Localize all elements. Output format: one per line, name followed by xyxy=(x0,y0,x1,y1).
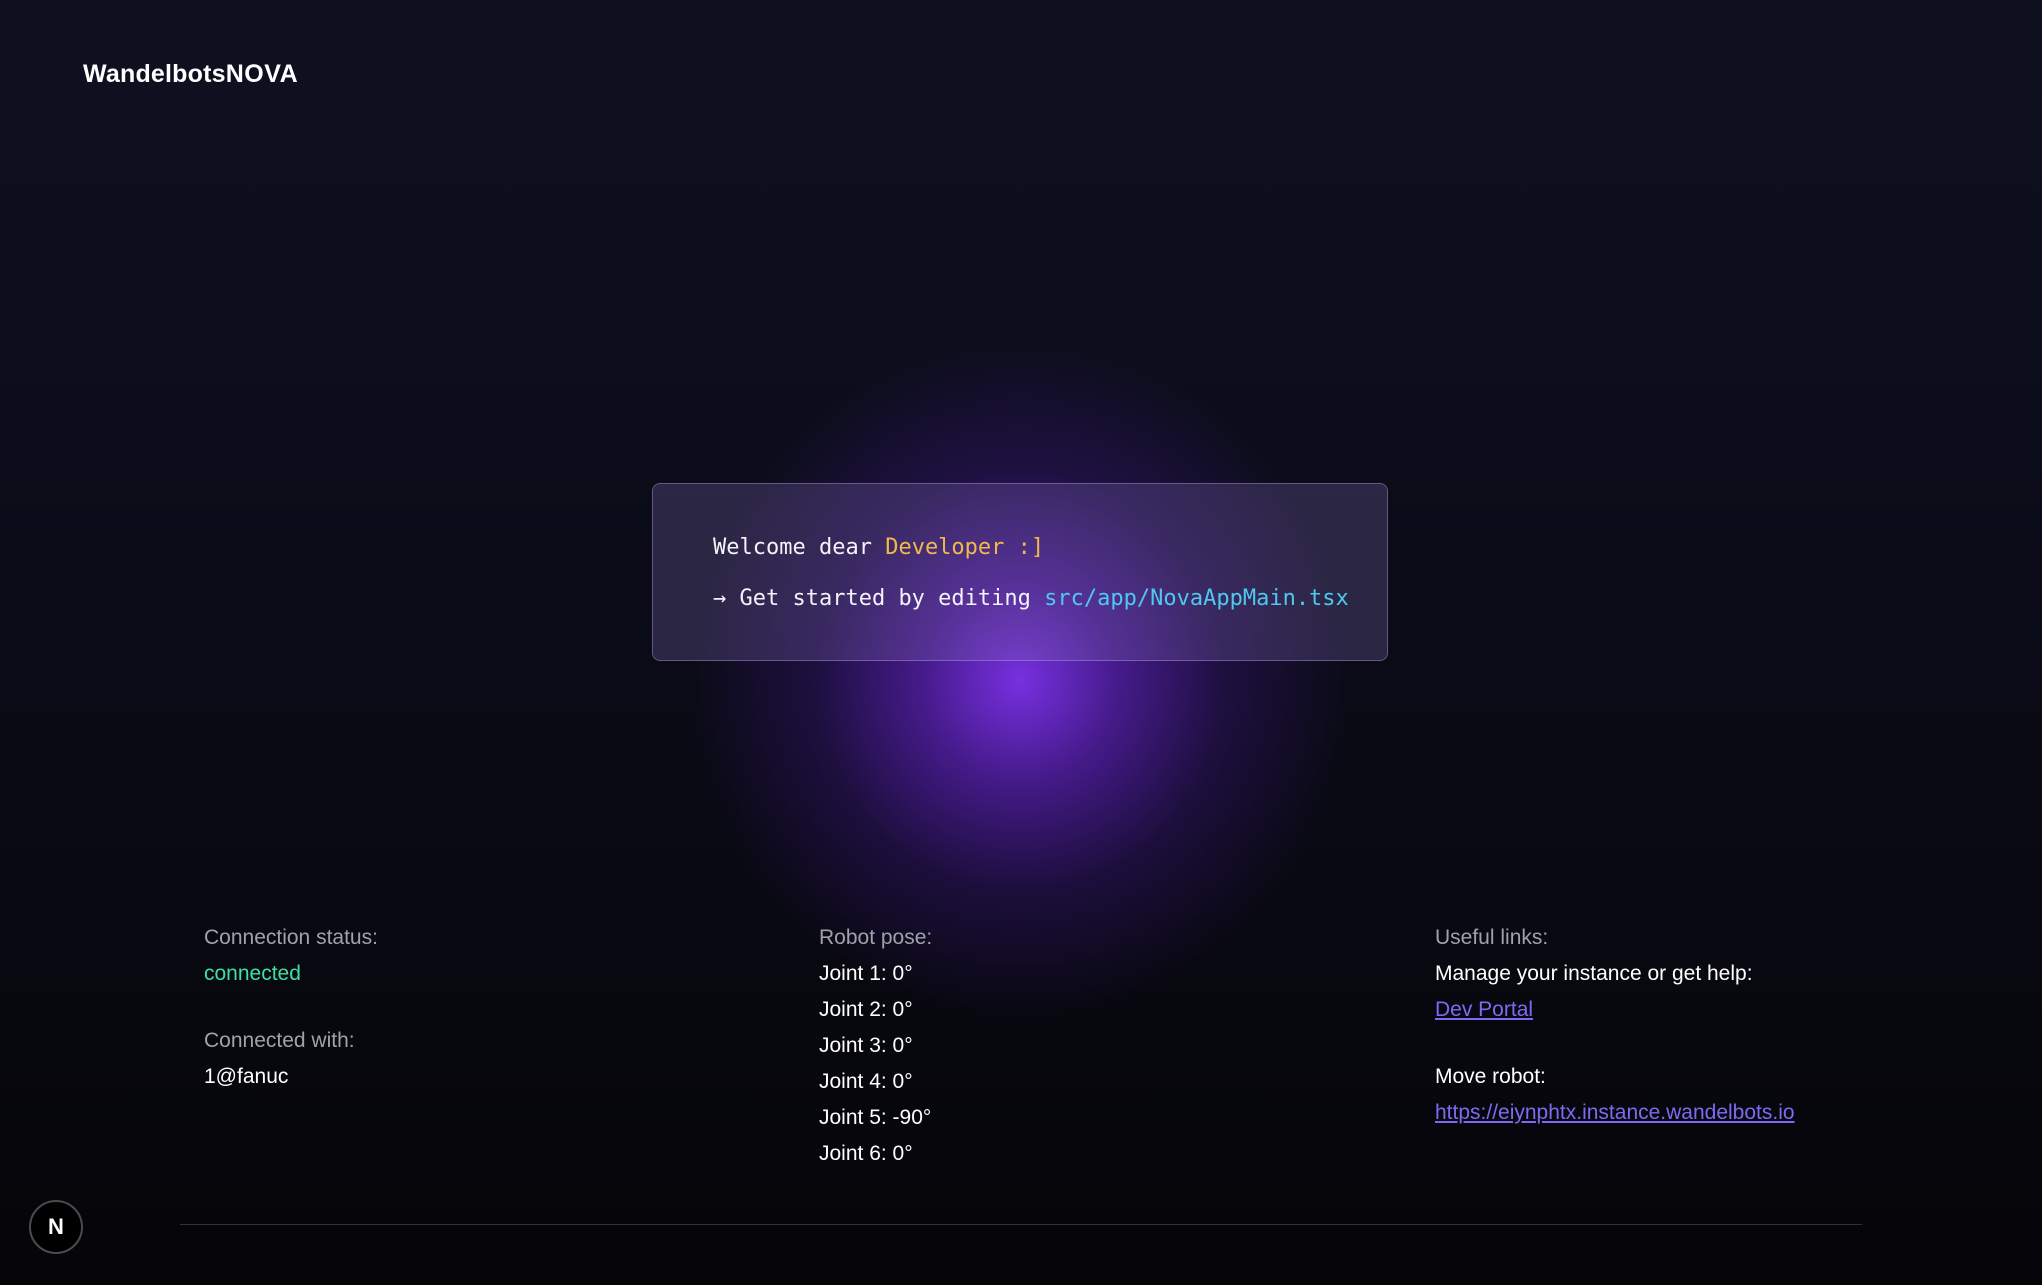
arrow-right-icon: → xyxy=(713,586,727,611)
nextjs-dev-badge[interactable]: N xyxy=(29,1200,83,1254)
useful-links-label: Useful links: xyxy=(1435,926,1549,949)
welcome-greeting-line: Welcome dear Developer :] xyxy=(713,534,1327,562)
joint-2-value: Joint 2: 0° xyxy=(819,998,913,1021)
move-robot-text: Move robot: xyxy=(1435,1065,1546,1088)
logo: Wandelbots NOVA xyxy=(83,60,298,89)
welcome-instruction: Get started by editing xyxy=(739,586,1031,611)
welcome-card: Welcome dear Developer :] → Get started … xyxy=(652,483,1388,661)
footer-divider xyxy=(180,1224,1862,1225)
joint-6-value: Joint 6: 0° xyxy=(819,1142,913,1165)
instance-url-link[interactable]: https://eiynphtx.instance.wandelbots.io xyxy=(1435,1101,1795,1124)
welcome-file-path: src/app/NovaAppMain.tsx xyxy=(1044,586,1349,611)
dev-portal-link[interactable]: Dev Portal xyxy=(1435,998,1533,1021)
joint-3-value: Joint 3: 0° xyxy=(819,1034,913,1057)
welcome-greeting: Welcome dear xyxy=(713,535,872,560)
connected-with-value: 1@fanuc xyxy=(204,1065,289,1088)
logo-wandelbots: Wandelbots xyxy=(83,60,226,88)
joint-4-value: Joint 4: 0° xyxy=(819,1070,913,1093)
robot-pose-label: Robot pose: xyxy=(819,926,933,949)
welcome-instruction-line: → Get started by editing src/app/NovaApp… xyxy=(713,585,1349,613)
joint-5-value: Joint 5: -90° xyxy=(819,1106,932,1129)
joint-1-value: Joint 1: 0° xyxy=(819,962,913,985)
connection-section: Connection status: connected Connected w… xyxy=(204,920,378,1095)
robot-pose-section: Robot pose: Joint 1: 0° Joint 2: 0° Join… xyxy=(819,920,932,1172)
connection-status-label: Connection status: xyxy=(204,926,378,949)
manage-instance-text: Manage your instance or get help: xyxy=(1435,962,1753,985)
welcome-user-name: Developer :] xyxy=(885,535,1045,560)
connection-status-value: connected xyxy=(204,962,301,985)
useful-links-section: Useful links: Manage your instance or ge… xyxy=(1435,920,1795,1131)
connected-with-label: Connected with: xyxy=(204,1029,355,1052)
nextjs-icon: N xyxy=(48,1214,64,1239)
logo-nova: NOVA xyxy=(225,60,299,88)
